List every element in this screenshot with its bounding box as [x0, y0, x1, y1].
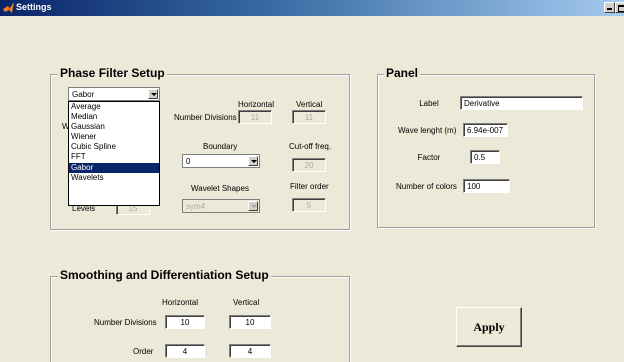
smoothing-vertical-label: Vertical [233, 298, 260, 307]
label-label: Label [419, 99, 439, 108]
order-label: Order [133, 347, 154, 356]
factor-label: Factor [417, 153, 441, 162]
window-title: Settings [16, 2, 52, 12]
boundary-label: Boundary [203, 142, 238, 151]
label-field[interactable]: Derivative [460, 96, 583, 110]
smoothing-vertical-divisions-field[interactable]: 10 [229, 315, 271, 329]
number-divisions-label: Number Divisions [174, 113, 237, 122]
smoothing-title: Smoothing and Differentiation Setup [58, 268, 271, 282]
cutoff-field[interactable]: 20 [292, 158, 326, 172]
horizontal-divisions-field[interactable]: 11 [238, 110, 272, 124]
dropdown-option-gabor[interactable]: Gabor [69, 162, 159, 173]
vertical-divisions-field[interactable]: 11 [292, 110, 326, 124]
vertical-label: Vertical [296, 100, 323, 109]
wavelet-shapes-label: Wavelet Shapes [191, 184, 249, 193]
filter-order-field[interactable]: 5 [292, 198, 326, 212]
dropdown-option-wiener[interactable]: Wiener [69, 132, 159, 142]
boundary-select[interactable]: 0 [182, 154, 260, 168]
phase-filter-title: Phase Filter Setup [58, 66, 167, 80]
dropdown-option-gaussian[interactable]: Gaussian [69, 122, 159, 132]
chevron-down-icon[interactable] [248, 156, 258, 166]
dropdown-option-cubic-spline[interactable]: Cubic Spline [69, 142, 159, 152]
smoothing-vertical-order-field[interactable]: 4 [229, 344, 271, 358]
dropdown-option-median[interactable]: Median [69, 112, 159, 122]
chevron-down-icon[interactable] [148, 89, 158, 99]
smoothing-horizontal-divisions-field[interactable]: 10 [165, 315, 205, 329]
matlab-icon [3, 2, 14, 13]
boundary-value: 0 [186, 157, 191, 166]
minimize-button[interactable] [604, 2, 615, 13]
apply-button[interactable]: Apply [456, 307, 522, 347]
smoothing-horizontal-label: Horizontal [162, 298, 199, 307]
wavelength-label: Wave lenght (m) [398, 126, 457, 135]
horizontal-label: Horizontal [238, 100, 275, 109]
wavelength-field[interactable]: 6.94e-007 [463, 123, 508, 137]
dropdown-option-wavelets[interactable]: Wavelets [69, 173, 159, 183]
chevron-down-icon[interactable] [248, 201, 258, 211]
cutoff-label: Cut-off freq. [289, 142, 332, 151]
dropdown-option-average[interactable]: Average [69, 102, 159, 112]
title-bar: Settings [0, 0, 624, 16]
filter-type-select[interactable]: Gabor [68, 87, 160, 101]
wavelet-shape-value: sym4 [186, 202, 206, 211]
dropdown-option-fft[interactable]: FFT [69, 152, 159, 162]
factor-field[interactable]: 0.5 [470, 150, 500, 164]
smoothing-number-divisions-label: Number Divisions [94, 318, 157, 327]
filter-type-value: Gabor [72, 90, 95, 99]
filter-order-label: Filter order [290, 182, 329, 191]
number-of-colors-field[interactable]: 100 [463, 179, 510, 193]
filter-type-dropdown-list[interactable]: Average Median Gaussian Wiener Cubic Spl… [68, 101, 160, 206]
panel-title: Panel [384, 66, 421, 80]
wavelet-shape-select[interactable]: sym4 [182, 199, 260, 213]
maximize-button[interactable] [615, 2, 624, 13]
smoothing-horizontal-order-field[interactable]: 4 [165, 344, 205, 358]
number-of-colors-label: Number of colors [396, 182, 457, 191]
